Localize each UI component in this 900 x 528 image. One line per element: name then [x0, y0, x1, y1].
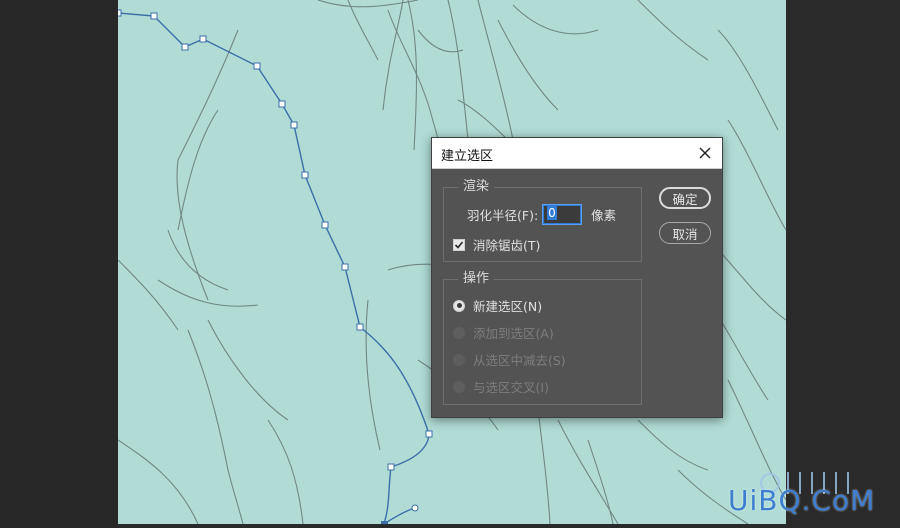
new-selection-radio[interactable] [453, 299, 465, 312]
pasteboard-bottom [118, 524, 786, 528]
new-selection-label: 新建选区(N) [473, 299, 543, 314]
option-new-selection[interactable]: 新建选区(N) [453, 296, 542, 315]
intersect-selection-radio[interactable] [453, 380, 465, 393]
render-group-legend: 渲染 [458, 179, 495, 195]
operation-group-legend: 操作 [458, 271, 495, 287]
feather-radius-input[interactable]: 0 [542, 204, 583, 225]
pasteboard [786, 0, 900, 528]
add-to-selection-radio[interactable] [453, 326, 465, 339]
option-subtract-from-selection[interactable]: 从选区中减去(S) [453, 350, 566, 369]
path-anchor-points [118, 9, 433, 512]
workspace: UiBQ.CoM 建立选区 渲染 羽化半径(F): 0 像素 消除锯齿(T) 操… [0, 0, 900, 528]
add-to-selection-label: 添加到选区(A) [473, 326, 554, 341]
antialias-checkbox[interactable] [453, 238, 465, 251]
feather-unit-label: 像素 [591, 208, 617, 223]
render-group: 渲染 羽化半径(F): 0 像素 消除锯齿(T) [443, 179, 642, 262]
dialog-title: 建立选区 [441, 149, 494, 164]
subtract-from-selection-label: 从选区中减去(S) [473, 353, 566, 368]
option-add-to-selection[interactable]: 添加到选区(A) [453, 323, 554, 342]
feather-label: 羽化半径(F): [467, 208, 539, 223]
close-button[interactable] [694, 142, 716, 164]
operation-group: 操作 新建选区(N) 添加到选区(A) 从选区中减去(S) 与选区交叉(I) [443, 271, 642, 405]
antialias-label: 消除锯齿(T) [473, 238, 541, 253]
cancel-button[interactable]: 取消 [659, 222, 711, 244]
dialog-titlebar[interactable]: 建立选区 [432, 138, 722, 169]
make-selection-dialog: 建立选区 渲染 羽化半径(F): 0 像素 消除锯齿(T) 操作 新建选区(N)… [431, 137, 723, 418]
feather-row: 羽化半径(F): 0 像素 [467, 204, 617, 225]
antialias-row[interactable]: 消除锯齿(T) [453, 235, 540, 254]
ok-button[interactable]: 确定 [659, 187, 711, 209]
intersect-selection-label: 与选区交叉(I) [473, 380, 549, 395]
pen-path [118, 12, 430, 524]
watermark-text: UiBQ.CoM [728, 484, 876, 517]
checkmark-icon [454, 240, 464, 249]
option-intersect-selection[interactable]: 与选区交叉(I) [453, 377, 549, 396]
subtract-from-selection-radio[interactable] [453, 353, 465, 366]
close-icon [699, 147, 711, 159]
feather-radius-value: 0 [547, 206, 557, 220]
